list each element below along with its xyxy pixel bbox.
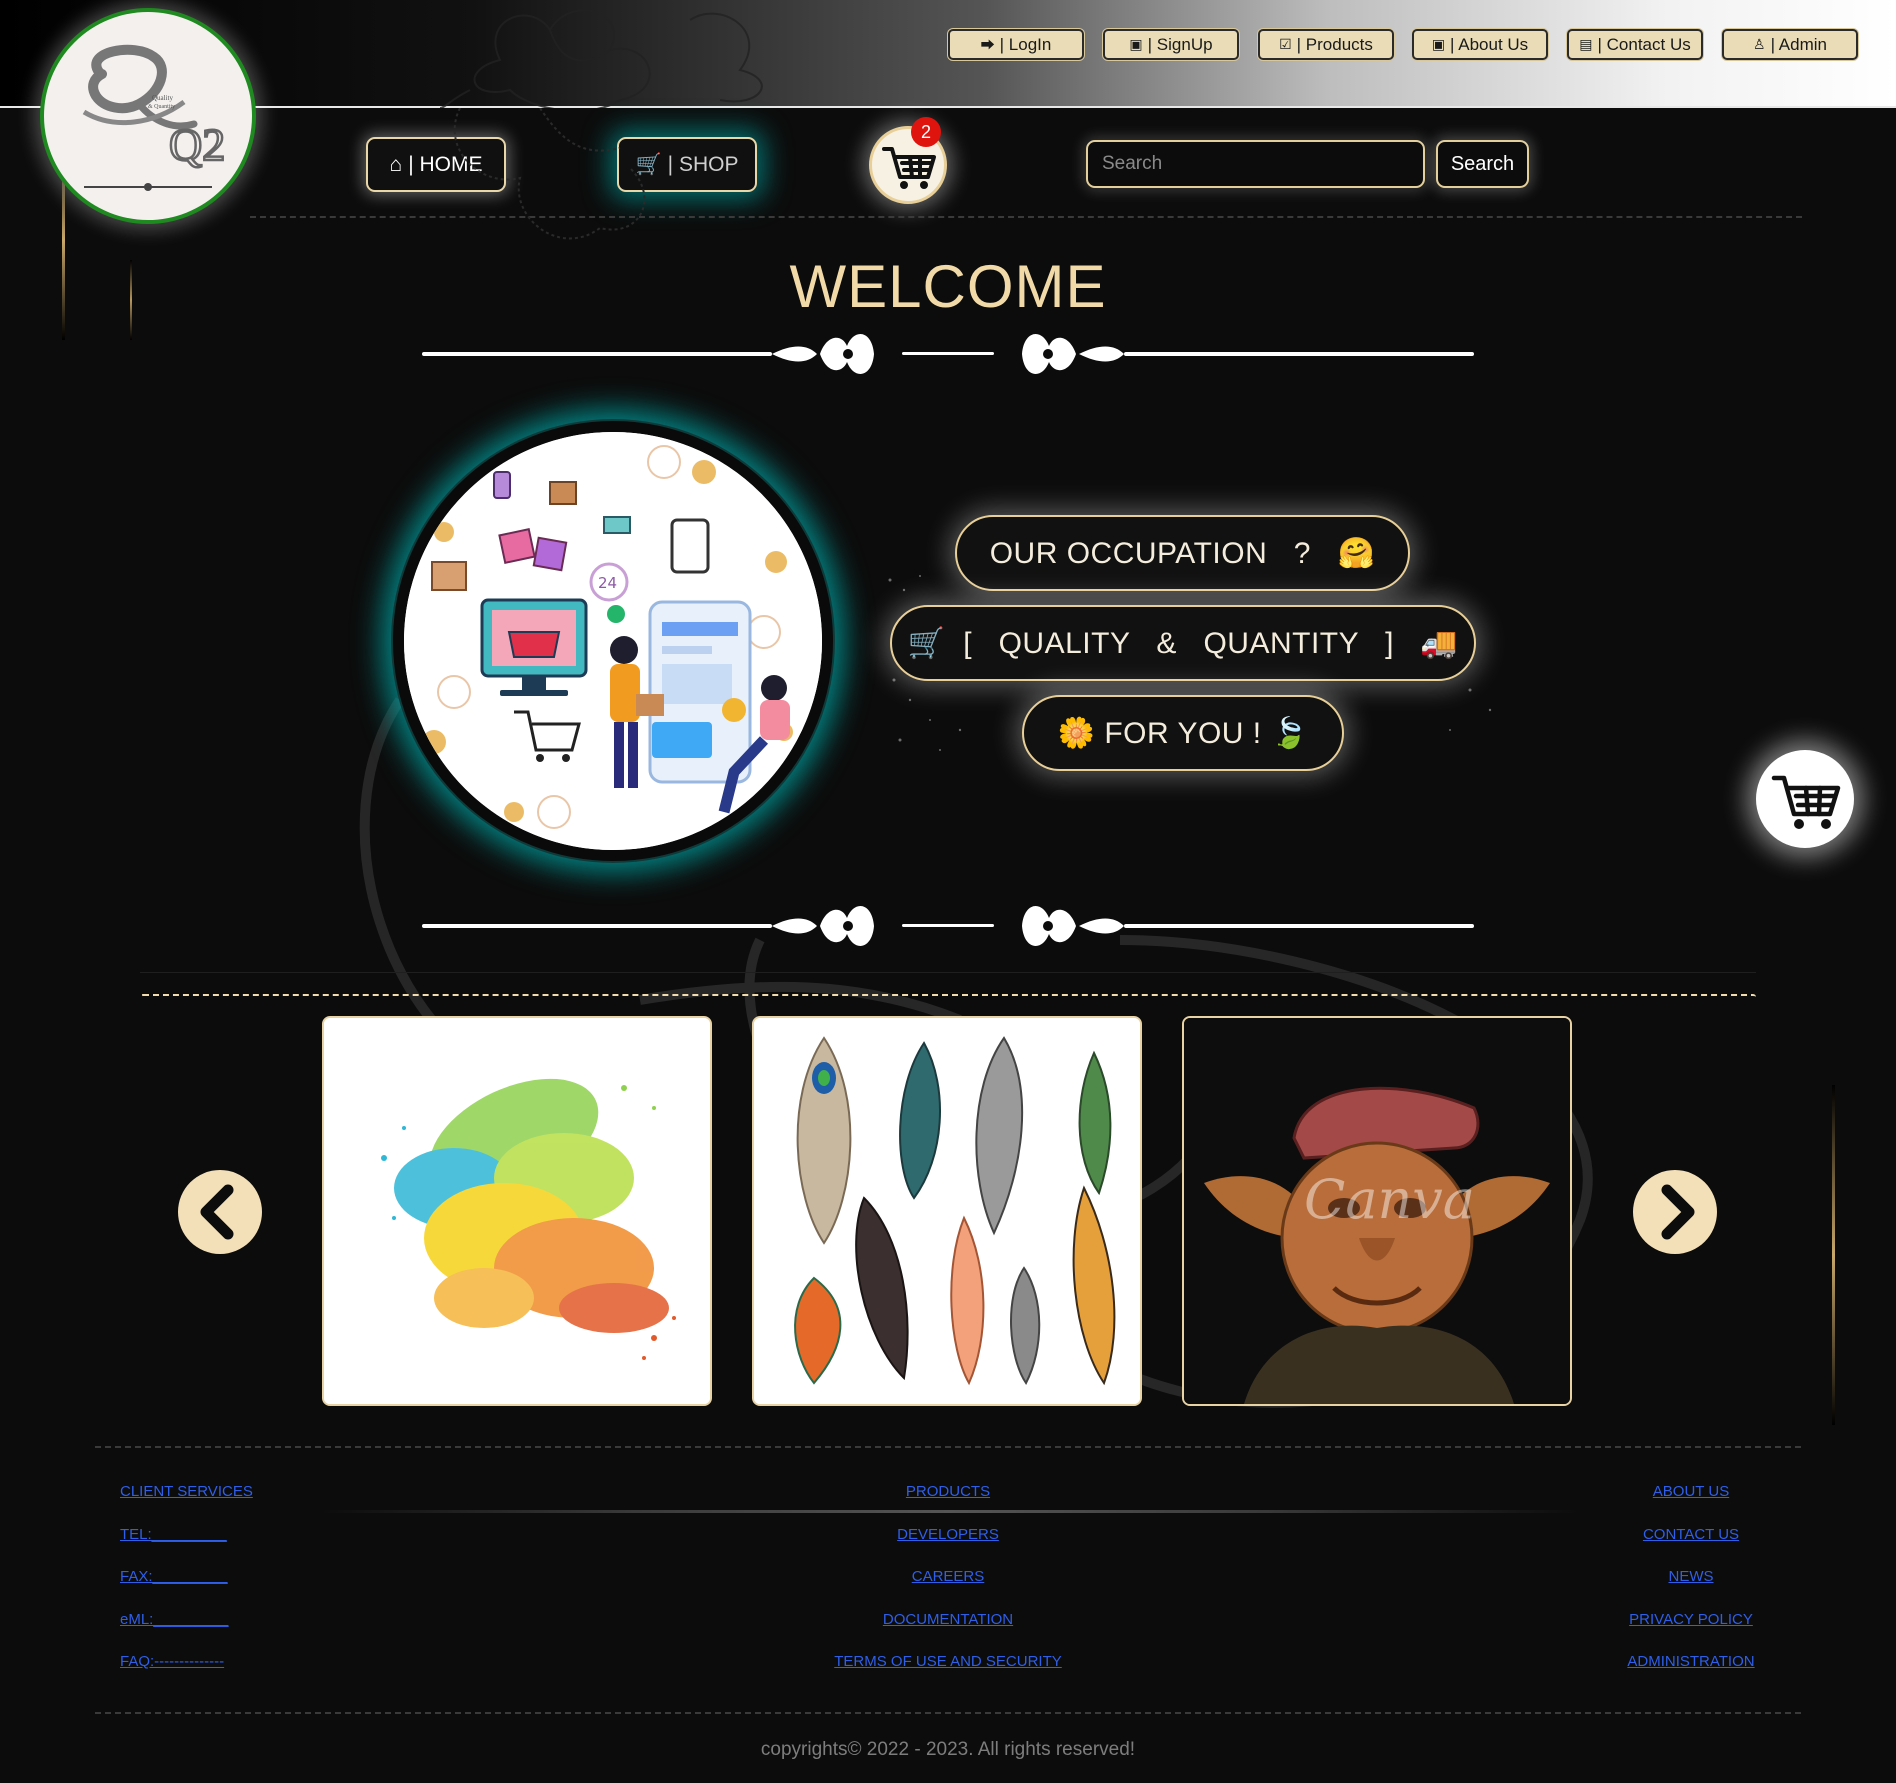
admin-button[interactable]: ♙ | Admin bbox=[1722, 29, 1858, 60]
footer-bottom-divider bbox=[95, 1712, 1801, 1714]
copyright-text: copyrights© 2022 - 2023. All rights rese… bbox=[760, 1739, 1136, 1760]
hero-shopping-illustration: 24 bbox=[393, 421, 833, 861]
quality-quantity-pill: 🛒 [ QUALITY & QUANTITY ] 🚚 bbox=[890, 605, 1476, 681]
chevron-left-icon bbox=[200, 1184, 234, 1240]
carousel-next-button[interactable] bbox=[1633, 1170, 1717, 1254]
header-divider bbox=[250, 216, 1802, 218]
svg-text:Canva: Canva bbox=[1304, 1168, 1475, 1231]
products-button[interactable]: ☑ | Products bbox=[1258, 29, 1394, 60]
contact-us-button[interactable]: ▤ | Contact Us bbox=[1567, 29, 1703, 60]
products-link[interactable]: PRODUCTS bbox=[798, 1479, 1098, 1522]
search-input[interactable] bbox=[1086, 140, 1425, 188]
footer-company: PRODUCTS DEVELOPERS CAREERS DOCUMENTATIO… bbox=[798, 1479, 1098, 1692]
tel-link[interactable]: TEL:_________ bbox=[120, 1522, 290, 1565]
goblin-figurine-image: Canva bbox=[1184, 1018, 1570, 1404]
feathers-image bbox=[754, 1018, 1140, 1404]
chevron-right-icon bbox=[1661, 1184, 1695, 1240]
welcome-title: WELCOME bbox=[789, 253, 1107, 320]
client-services-link[interactable]: CLIENT SERVICES bbox=[120, 1479, 290, 1522]
id-badge-icon: ▣ bbox=[1129, 36, 1143, 52]
login-button[interactable]: ⮕ | LogIn bbox=[948, 29, 1084, 60]
ornament-divider-bottom bbox=[422, 906, 1474, 946]
faq-link[interactable]: FAQ:-------------- bbox=[120, 1649, 290, 1692]
carousel-item-goblin[interactable]: Canva bbox=[1182, 1016, 1572, 1406]
svg-text:Quality: Quality bbox=[152, 94, 173, 102]
floral-decoration bbox=[440, 9, 763, 108]
user-icon: ♙ bbox=[1753, 36, 1766, 52]
for-you-pill: 🌼 FOR YOU ! 🍃 bbox=[1022, 695, 1344, 771]
privacy-policy-link[interactable]: PRIVACY POLICY bbox=[1601, 1607, 1781, 1650]
top-navigation: ⮕ | LogIn ▣ | SignUp ☑ | Products ▣ | Ab… bbox=[948, 29, 1858, 61]
site-logo[interactable]: Q2 Quality & Quantity bbox=[40, 8, 256, 224]
ornament-divider-top bbox=[422, 334, 1474, 374]
search-button[interactable]: Search bbox=[1436, 140, 1529, 188]
occupation-pill: OUR OCCUPATION ? 🤗 bbox=[955, 515, 1410, 591]
cart-count-badge: 2 bbox=[911, 117, 941, 147]
carousel-item-color-powder[interactable] bbox=[322, 1016, 712, 1406]
q2-logo-icon: Q2 Quality & Quantity bbox=[82, 44, 226, 191]
login-icon: ⮕ bbox=[980, 36, 995, 53]
carousel-prev-button[interactable] bbox=[178, 1170, 262, 1254]
about-us-button[interactable]: ▣ | About Us bbox=[1412, 29, 1548, 60]
home-icon: ⌂ bbox=[389, 152, 403, 176]
terms-link[interactable]: TERMS OF USE AND SECURITY bbox=[798, 1649, 1098, 1692]
id-badge-icon: ▣ bbox=[1431, 36, 1446, 52]
footer-about: ABOUT US CONTACT US NEWS PRIVACY POLICY … bbox=[1601, 1479, 1781, 1692]
carousel-item-feathers[interactable] bbox=[752, 1016, 1142, 1406]
section-divider bbox=[140, 972, 1756, 973]
contact-us-link[interactable]: CONTACT US bbox=[1601, 1522, 1781, 1565]
footer-top-divider bbox=[95, 1446, 1801, 1448]
home-nav-button[interactable]: ⌂ | HOME bbox=[366, 137, 506, 192]
about-us-link[interactable]: ABOUT US bbox=[1601, 1479, 1781, 1522]
email-link[interactable]: eML:_________ bbox=[120, 1607, 290, 1650]
color-powder-splash-image bbox=[324, 1018, 710, 1404]
floating-cart-button[interactable] bbox=[1756, 750, 1854, 848]
svg-text:& Quantity: & Quantity bbox=[148, 104, 175, 110]
cart-icon: 🛒 bbox=[635, 152, 662, 176]
id-card-icon: ▤ bbox=[1579, 36, 1593, 52]
shop-nav-button[interactable]: 🛒 | SHOP bbox=[617, 137, 757, 192]
svg-text:24: 24 bbox=[598, 574, 617, 592]
administration-link[interactable]: ADMINISTRATION bbox=[1601, 1649, 1781, 1692]
check-square-icon: ☑ bbox=[1279, 36, 1292, 52]
svg-text:Q2: Q2 bbox=[169, 119, 225, 170]
top-bar: ⮕ | LogIn ▣ | SignUp ☑ | Products ▣ | Ab… bbox=[0, 0, 1896, 108]
carousel-frame bbox=[140, 994, 1756, 1000]
news-link[interactable]: NEWS bbox=[1601, 1564, 1781, 1607]
footer-client-services: CLIENT SERVICES TEL:_________ FAX:______… bbox=[120, 1479, 290, 1692]
careers-link[interactable]: CAREERS bbox=[798, 1564, 1098, 1607]
shopping-illustration-image: 24 bbox=[404, 432, 822, 850]
fax-link[interactable]: FAX:_________ bbox=[120, 1564, 290, 1607]
developers-link[interactable]: DEVELOPERS bbox=[798, 1522, 1098, 1565]
signup-button[interactable]: ▣ | SignUp bbox=[1103, 29, 1239, 60]
documentation-link[interactable]: DOCUMENTATION bbox=[798, 1607, 1098, 1650]
right-gold-line bbox=[1832, 1085, 1835, 1425]
shopping-cart-icon bbox=[1771, 775, 1841, 829]
